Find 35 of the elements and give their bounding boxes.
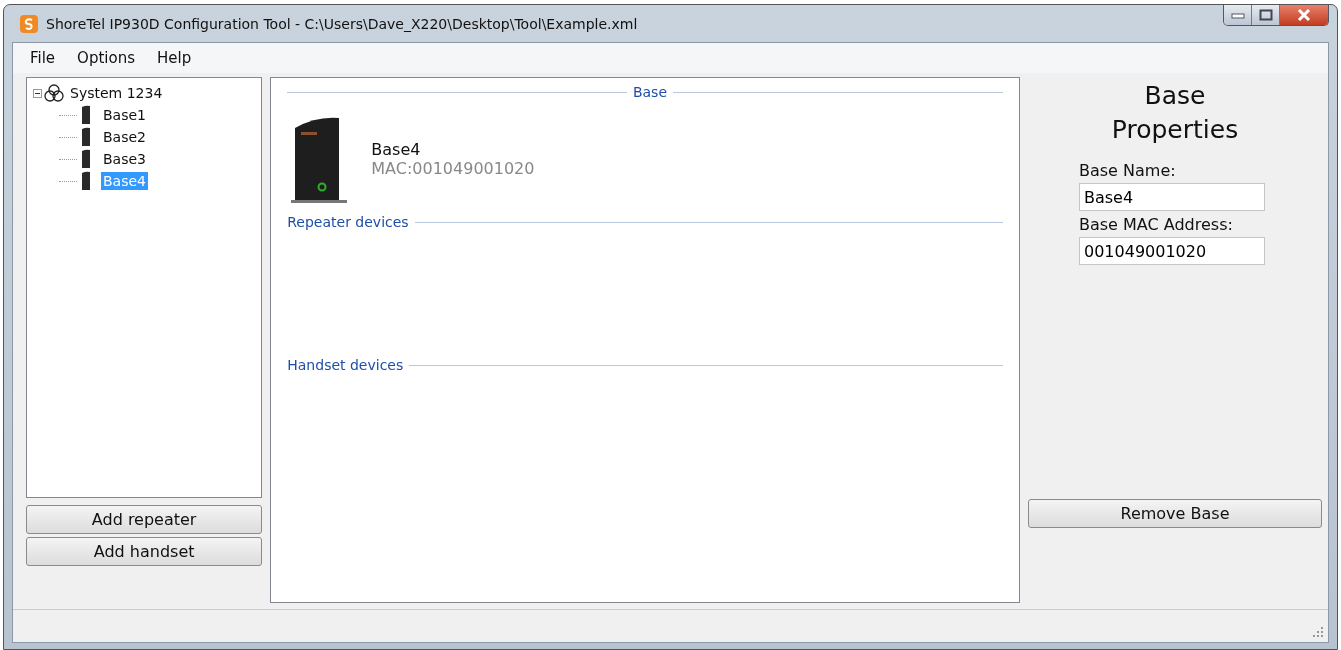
input-field[interactable]: Base4: [1079, 183, 1265, 211]
panel-title: Base Properties: [1110, 80, 1240, 146]
base-station-icon: [81, 105, 91, 125]
base-name: Base4: [371, 140, 422, 159]
minimize-button[interactable]: [1224, 5, 1252, 25]
base-station-icon: [81, 149, 91, 169]
app-logo-icon: [20, 14, 38, 33]
menu-item[interactable]: Options: [66, 49, 146, 67]
network-icon: [44, 83, 64, 103]
tree-item[interactable]: Base2: [101, 128, 148, 146]
action-button[interactable]: Add handset: [26, 537, 263, 566]
close-icon: [1297, 9, 1311, 21]
tree-item[interactable]: Base3: [101, 150, 148, 168]
input-field[interactable]: 001049001020: [1079, 237, 1265, 265]
base-station-icon: [81, 127, 91, 147]
menu-item[interactable]: File: [19, 49, 67, 67]
menu-item[interactable]: Help: [146, 49, 203, 67]
tree-item[interactable]: System 1234: [68, 84, 165, 102]
section-heading: Base: [632, 84, 667, 100]
close-button[interactable]: [1280, 5, 1328, 25]
tree-item[interactable]: Base1: [101, 106, 148, 124]
field-label: Base Name:: [1079, 161, 1177, 180]
minimize-icon: [1230, 11, 1245, 19]
maximize-icon: [1258, 9, 1273, 21]
field-label: Base MAC Address:: [1079, 215, 1234, 234]
section-heading: Repeater devices: [287, 214, 409, 230]
maximize-button[interactable]: [1252, 5, 1280, 25]
remove-button[interactable]: Remove Base: [1028, 499, 1322, 528]
window-title: ShoreTel IP930D Configuration Tool - C:\Users\Dave_X220\Desktop\Tool\Example.xml: [46, 15, 638, 32]
collapse-icon[interactable]: [33, 88, 42, 98]
section-heading: Handset devices: [287, 357, 404, 373]
base-station-icon: [81, 171, 91, 191]
resize-grip-icon[interactable]: [1312, 626, 1324, 638]
action-button[interactable]: Add repeater: [26, 505, 263, 534]
mac-address: MAC:001049001020: [371, 159, 535, 178]
